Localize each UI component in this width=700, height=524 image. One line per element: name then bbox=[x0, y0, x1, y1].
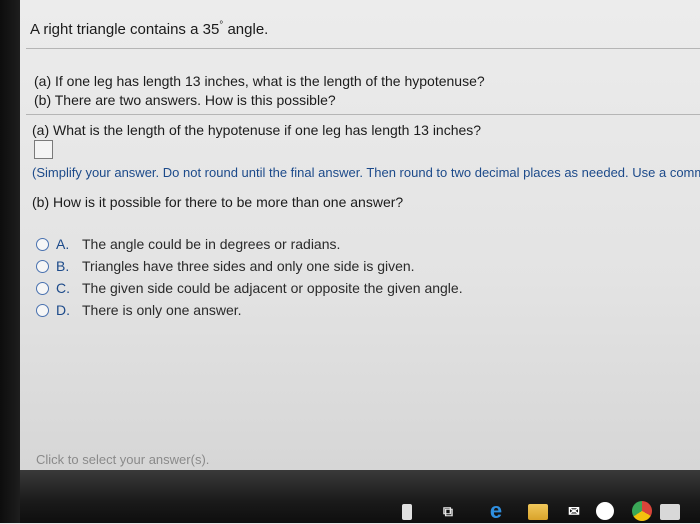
radio-button[interactable] bbox=[36, 259, 49, 273]
option-text: The given side could be adjacent or oppo… bbox=[82, 280, 463, 296]
option-letter: D. bbox=[56, 302, 70, 318]
screen-bezel bbox=[0, 0, 20, 523]
option-letter: A. bbox=[56, 236, 70, 252]
store-icon[interactable] bbox=[402, 504, 412, 520]
answer-options: A. The angle could be in degrees or radi… bbox=[36, 233, 463, 321]
option-letter: B. bbox=[56, 258, 70, 274]
option-b[interactable]: B. Triangles have three sides and only o… bbox=[36, 255, 463, 277]
radio-button[interactable] bbox=[36, 237, 49, 251]
file-explorer-icon[interactable] bbox=[528, 504, 548, 520]
part-a-intro: (a) If one leg has length 13 inches, wha… bbox=[34, 73, 485, 89]
divider bbox=[26, 48, 700, 49]
question-parts: (a) If one leg has length 13 inches, wha… bbox=[34, 72, 485, 110]
taskbar: ⧉ e ✉ bbox=[20, 470, 700, 523]
hypotenuse-answer-input[interactable] bbox=[34, 140, 53, 159]
edge-icon[interactable]: e bbox=[486, 498, 506, 523]
question-page: A right triangle contains a 35° angle. (… bbox=[20, 0, 700, 470]
task-view-icon[interactable]: ⧉ bbox=[438, 502, 458, 520]
media-icon[interactable] bbox=[596, 502, 614, 520]
option-text: Triangles have three sides and only one … bbox=[82, 258, 415, 274]
select-answer-hint: Click to select your answer(s). bbox=[36, 452, 210, 467]
part-a-question: (a) What is the length of the hypotenuse… bbox=[32, 122, 482, 138]
option-letter: C. bbox=[56, 280, 70, 296]
option-text: There is only one answer. bbox=[82, 302, 242, 318]
question-title: A right triangle contains a 35° angle. bbox=[30, 20, 269, 38]
photos-icon[interactable] bbox=[660, 504, 680, 520]
part-b-intro: (b) There are two answers. How is this p… bbox=[34, 92, 336, 108]
part-b-question: (b) How is it possible for there to be m… bbox=[32, 194, 404, 210]
chrome-icon[interactable] bbox=[632, 501, 652, 521]
mail-icon[interactable]: ✉ bbox=[564, 502, 584, 520]
radio-button[interactable] bbox=[36, 281, 49, 295]
option-text: The angle could be in degrees or radians… bbox=[82, 236, 341, 252]
radio-button[interactable] bbox=[36, 303, 49, 317]
option-c[interactable]: C. The given side could be adjacent or o… bbox=[36, 277, 463, 299]
divider bbox=[26, 114, 700, 115]
part-a-hint: (Simplify your answer. Do not round unti… bbox=[32, 165, 700, 180]
option-a[interactable]: A. The angle could be in degrees or radi… bbox=[36, 233, 463, 255]
option-d[interactable]: D. There is only one answer. bbox=[36, 299, 463, 321]
